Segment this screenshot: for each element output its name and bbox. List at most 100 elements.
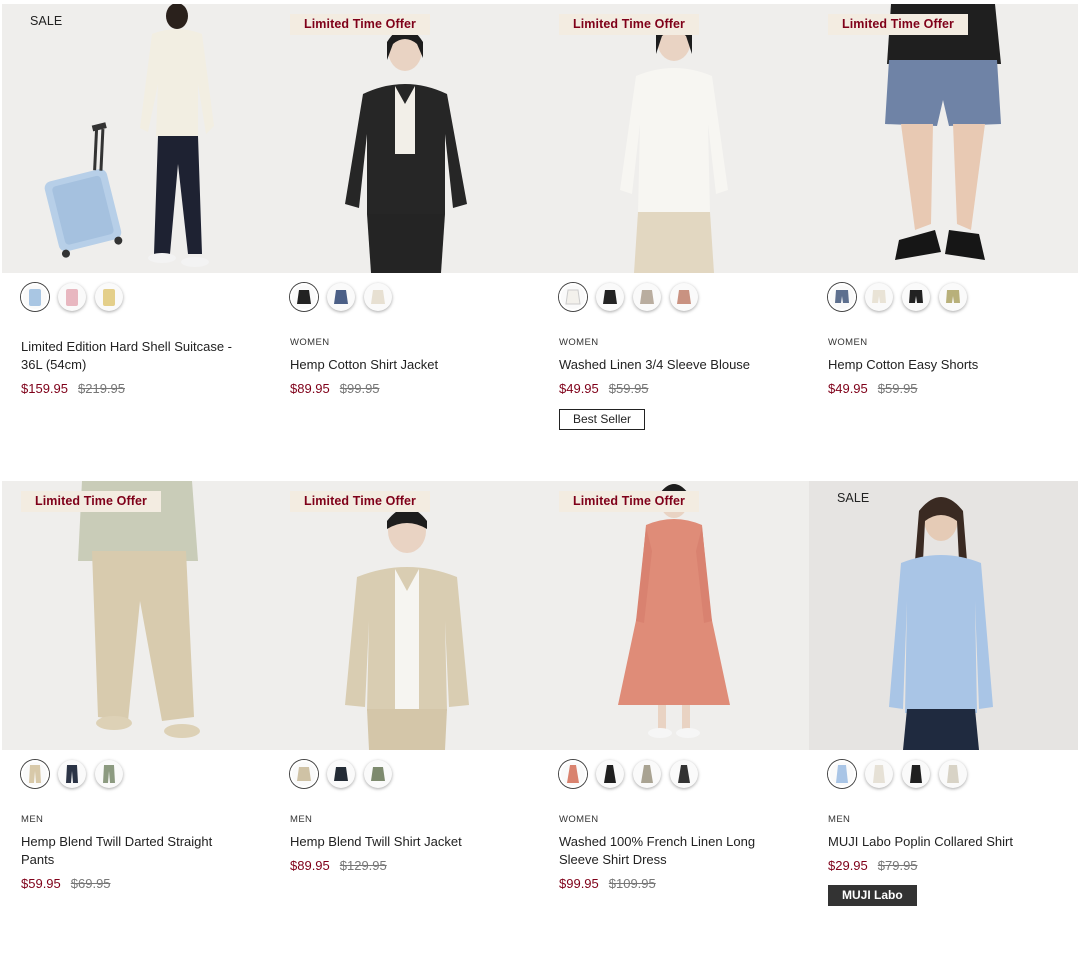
product-name[interactable]: Hemp Blend Twill Shirt Jacket [290,833,515,851]
limited-offer-badge: Limited Time Offer [828,14,969,35]
swatch-ecru[interactable] [865,760,893,788]
swatch-black[interactable] [902,283,930,311]
sale-price: $49.95 [828,381,868,396]
product-category: WOMEN [290,337,330,348]
limited-offer-badge: Limited Time Offer [21,491,162,512]
swatch-beige[interactable] [633,283,661,311]
limited-offer-badge: Limited Time Offer [559,491,700,512]
sale-price: $49.95 [559,381,599,396]
swatch-terracotta[interactable] [670,283,698,311]
product-image[interactable]: Limited Time Offer [540,481,809,750]
product-card[interactable]: Limited Time Offer WOMEN Washed Linen 3/… [540,4,809,430]
product-card[interactable]: Limited Time Offer MEN Hemp Blend Twill … [271,481,540,873]
product-photo-collared-shirt [809,481,1078,750]
color-swatches [290,283,392,311]
swatch-coral[interactable] [559,760,587,788]
product-name[interactable]: Hemp Cotton Easy Shorts [828,356,1053,374]
product-photo-dress [540,481,809,750]
product-image[interactable]: Limited Time Offer [809,4,1078,273]
product-price: $159.95 $219.95 [21,381,125,396]
limited-offer-badge: Limited Time Offer [559,14,700,35]
swatch-navy[interactable] [58,760,86,788]
swatch-black[interactable] [596,760,624,788]
product-image[interactable]: Limited Time Offer [540,4,809,273]
product-card[interactable]: Limited Time Offer WOMEN Hemp Cotton Eas… [809,4,1078,396]
limited-offer-badge: Limited Time Offer [290,14,431,35]
swatch-black[interactable] [596,283,624,311]
swatch-black[interactable] [902,760,930,788]
swatch-light-blue[interactable] [828,760,856,788]
original-price: $99.95 [339,381,380,396]
product-price: $89.95 $129.95 [290,858,387,873]
product-image[interactable]: Limited Time Offer [2,481,271,750]
product-category: MEN [21,814,44,825]
product-image[interactable]: Limited Time Offer [271,4,540,273]
swatch-light-gray[interactable] [939,760,967,788]
product-name[interactable]: Washed Linen 3/4 Sleeve Blouse [559,356,784,374]
product-card[interactable]: SALE MEN MUJI Labo Poplin Collared Shirt… [809,481,1078,906]
product-image[interactable]: SALE [2,4,271,273]
original-price: $59.95 [608,381,649,396]
product-price: $29.95 $79.95 [828,858,918,873]
product-photo-shorts [809,4,1078,273]
swatch-pink[interactable] [58,283,86,311]
sale-price: $159.95 [21,381,68,396]
product-photo-jacket [271,4,540,273]
product-category: MEN [828,814,851,825]
product-price: $49.95 $59.95 [559,381,649,396]
product-card[interactable]: SALE Limited Edition Hard Shell Suitcase… [2,4,271,396]
original-price: $219.95 [78,381,125,396]
product-photo-blouse [540,4,809,273]
color-swatches [828,760,967,788]
swatch-olive[interactable] [364,760,392,788]
muji-labo-tag: MUJI Labo [828,885,917,906]
product-card[interactable]: Limited Time Offer WOMEN Washed 100% Fre… [540,481,809,891]
product-name[interactable]: Limited Edition Hard Shell Suitcase - 36… [21,338,246,373]
original-price: $59.95 [877,381,918,396]
product-price: $49.95 $59.95 [828,381,918,396]
product-card[interactable]: Limited Time Offer WOMEN Hemp Cotton Shi… [271,4,540,396]
color-swatches [559,283,698,311]
product-price: $99.95 $109.95 [559,876,656,891]
swatch-white[interactable] [559,283,587,311]
swatch-yellow[interactable] [95,283,123,311]
color-swatches [559,760,698,788]
sale-price: $89.95 [290,858,330,873]
swatch-beige[interactable] [290,760,318,788]
swatch-black[interactable] [290,283,318,311]
product-name[interactable]: MUJI Labo Poplin Collared Shirt [828,833,1053,851]
product-image[interactable]: SALE [809,481,1078,750]
color-swatches [21,283,123,311]
swatch-beige[interactable] [21,760,49,788]
product-name[interactable]: Hemp Cotton Shirt Jacket [290,356,515,374]
product-photo-pants [2,481,271,750]
product-category: WOMEN [828,337,868,348]
product-name[interactable]: Hemp Blend Twill Darted Straight Pants [21,833,246,868]
sale-price: $89.95 [290,381,330,396]
original-price: $129.95 [339,858,387,873]
swatch-navy[interactable] [327,760,355,788]
original-price: $109.95 [608,876,656,891]
sale-badge: SALE [837,491,870,505]
swatch-ecru[interactable] [865,283,893,311]
swatch-khaki[interactable] [939,283,967,311]
product-category: MEN [290,814,313,825]
sale-badge: SALE [30,14,63,28]
color-swatches [21,760,123,788]
sale-price: $99.95 [559,876,599,891]
swatch-charcoal[interactable] [670,760,698,788]
product-image[interactable]: Limited Time Offer [271,481,540,750]
color-swatches [290,760,392,788]
product-photo-suitcase [2,4,271,273]
swatch-green[interactable] [95,760,123,788]
product-category: WOMEN [559,814,599,825]
product-name[interactable]: Washed 100% French Linen Long Sleeve Shi… [559,833,784,868]
swatch-navy[interactable] [327,283,355,311]
swatch-ecru[interactable] [364,283,392,311]
best-seller-tag: Best Seller [559,409,646,430]
swatch-light-blue[interactable] [21,283,49,311]
swatch-stone[interactable] [633,760,661,788]
product-price: $89.95 $99.95 [290,381,380,396]
swatch-denim[interactable] [828,283,856,311]
product-card[interactable]: Limited Time Offer MEN Hemp Blend Twill … [2,481,271,891]
